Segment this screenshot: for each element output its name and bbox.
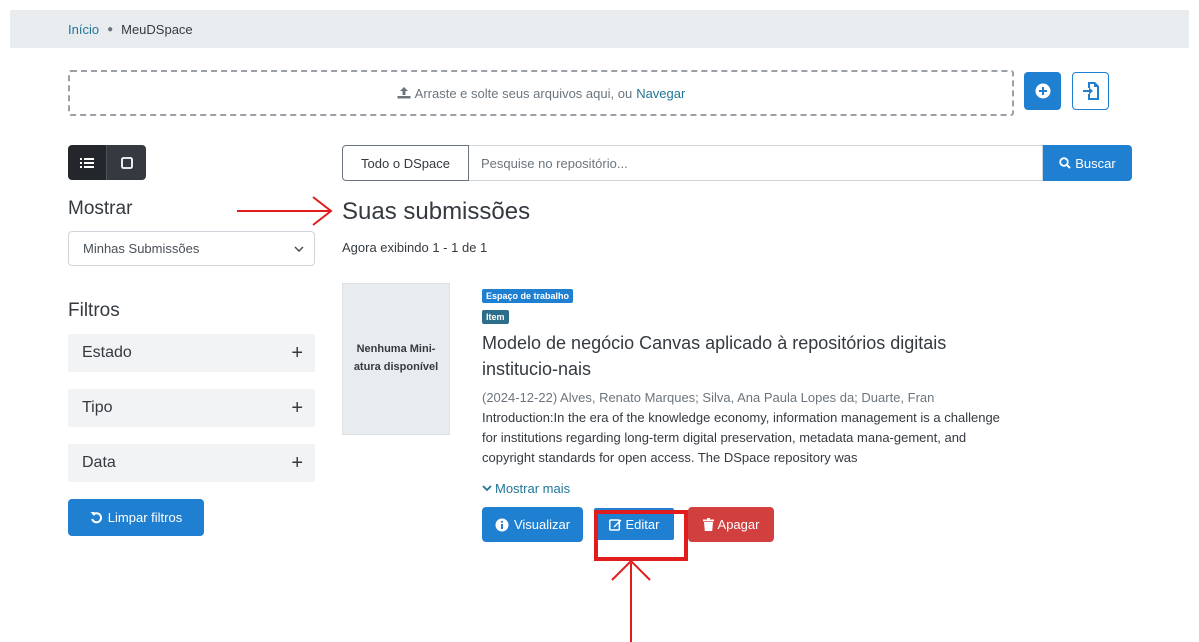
view-button[interactable]: Visualizar [482,507,583,542]
search-bar: Todo o DSpace Pesquise no repositório...… [342,145,1132,181]
square-icon [120,156,133,169]
workspace-badge: Espaço de trabalho [482,289,574,303]
plus-circle-icon [1035,83,1050,99]
item-type-badge: Item [482,310,509,324]
filter-data[interactable]: Data + [68,444,315,482]
breadcrumb-current: MeuDSpace [121,21,193,37]
edit-button-label: Editar [625,516,660,532]
mydspace-page: Início ● MeuDSpace Arraste e solte seus … [10,10,1189,561]
undo-icon [90,512,102,524]
delete-button-label: Apagar [717,517,760,532]
dropzone-text: Arraste e solte seus arquivos aqui, ou [414,85,633,101]
clear-filters-label: Limpar filtros [107,510,183,525]
arrow-up-annotation [611,559,651,642]
item-metadata-text: (2024-12-22) Alves, Renato Marques; Silv… [482,390,935,405]
breadcrumb: Início ● MeuDSpace [10,10,1189,48]
item-title-link[interactable]: Modelo de negócio Canvas aplicado à repo… [482,330,1002,382]
filter-label: Data [82,454,116,471]
filter-label: Estado [82,344,132,361]
file-import-icon [1082,82,1099,100]
view-mode-toggle [68,145,146,180]
clear-filters-button[interactable]: Limpar filtros [68,499,204,536]
results-count: Agora exibindo 1 - 1 de 1 [342,240,488,255]
plus-icon: + [291,342,303,364]
configuration-select[interactable]: Minhas Submissões [68,231,315,266]
breadcrumb-home-link[interactable]: Início [68,22,99,37]
item-metadata: (2024-12-22) Alves, Renato Marques; Silv… [482,390,1004,406]
delete-button[interactable]: Apagar [688,507,774,542]
show-more-label: Mostrar mais [495,481,571,496]
new-submission-button[interactable] [1024,72,1061,110]
chevron-down-icon [294,245,304,252]
search-button[interactable]: Buscar [1043,145,1132,181]
search-button-label: Buscar [1075,155,1116,171]
filter-tipo[interactable]: Tipo + [68,389,315,427]
search-icon [1059,157,1071,169]
browse-link[interactable]: Navegar [636,86,685,101]
plus-icon: + [291,397,303,419]
filter-label: Tipo [82,399,113,416]
item-abstract: Introduction:In the era of the knowledge… [482,408,1017,480]
thumbnail-placeholder-text: Nenhuma Mini-atura disponível [353,343,439,373]
plus-icon: + [291,452,303,474]
view-button-label: Visualizar [513,517,571,532]
edit-icon [608,518,622,531]
item-thumbnail: Nenhuma Mini-atura disponível [342,283,450,435]
configuration-select-value: Minhas Submissões [83,241,200,256]
trash-icon [702,518,714,531]
show-heading: Mostrar [68,198,133,219]
list-icon [80,157,94,168]
upload-icon [397,87,411,99]
info-circle-icon [495,518,509,531]
edit-button[interactable]: Editar [594,508,674,540]
filter-estado[interactable]: Estado + [68,334,315,372]
chevron-down-icon [482,485,492,492]
item-abstract-text: Introduction:In the era of the knowledge… [482,410,1000,465]
filters-heading: Filtros [68,300,120,321]
breadcrumb-separator: ● [107,23,114,35]
show-more-link[interactable]: Mostrar mais [482,481,570,496]
search-scope-button[interactable]: Todo o DSpace [342,145,469,181]
import-button[interactable] [1072,72,1109,110]
file-dropzone[interactable]: Arraste e solte seus arquivos aqui, ou N… [68,70,1014,116]
grid-view-button[interactable] [107,145,146,180]
results-title: Suas submissões [342,198,531,225]
search-input[interactable]: Pesquise no repositório... [469,145,1043,181]
list-view-button[interactable] [68,145,107,180]
